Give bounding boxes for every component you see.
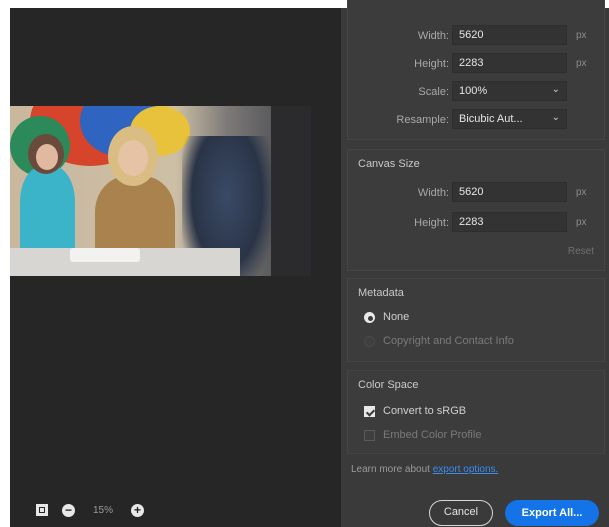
image-size-section: Width: 5620 px Height: 2283 px Scale: 10…: [347, 0, 605, 140]
resample-value: Bicubic Aut...: [459, 113, 523, 125]
image-height-label: Height:: [414, 58, 449, 70]
convert-srgb-label: Convert to sRGB: [383, 405, 467, 417]
radio-selected-icon[interactable]: [364, 311, 375, 323]
zoom-level: 15%: [93, 504, 114, 516]
fit-to-screen-icon[interactable]: [36, 504, 48, 516]
chevron-down-icon: ⌄: [551, 84, 560, 95]
scale-value: 100%: [459, 85, 488, 97]
image-width-input[interactable]: 5620: [452, 25, 567, 45]
settings-panel: Width: 5620 px Height: 2283 px Scale: 10…: [341, 0, 609, 527]
radio-unselected-icon[interactable]: [364, 335, 375, 347]
resample-row: Resample: Bicubic Aut... ⌄: [348, 109, 604, 131]
canvas-width-unit: px: [576, 187, 587, 198]
checkbox-unchecked-icon[interactable]: [364, 429, 375, 441]
cancel-button[interactable]: Cancel: [429, 500, 493, 526]
zoom-in-icon[interactable]: +: [131, 503, 145, 517]
canvas-size-section: Canvas Size Width: 5620 px Height: 2283 …: [347, 149, 605, 271]
scale-label: Scale:: [418, 86, 449, 98]
convert-srgb-option[interactable]: Convert to sRGB: [364, 403, 466, 419]
color-space-title: Color Space: [358, 379, 419, 391]
image-height-unit: px: [576, 58, 587, 69]
canvas-height-unit: px: [576, 217, 587, 228]
metadata-option-label: None: [383, 311, 410, 323]
canvas-width-input[interactable]: 5620: [452, 182, 567, 202]
image-width-label: Width:: [417, 30, 449, 42]
canvas-width-label: Width:: [417, 187, 449, 199]
zoom-toolbar: − 15% +: [20, 493, 341, 527]
preview-area: − 15% +: [10, 8, 341, 527]
canvas-height-label: Height:: [414, 217, 449, 229]
canvas-height-row: Height: 2283 px: [348, 212, 604, 234]
metadata-section: Metadata None Copyright and Contact Info: [347, 278, 605, 362]
embed-profile-option[interactable]: Embed Color Profile: [364, 427, 481, 443]
export-options-link[interactable]: export options.: [433, 464, 499, 475]
metadata-option-none[interactable]: None: [364, 309, 409, 325]
image-width-row: Width: 5620 px: [348, 25, 604, 47]
image-height-input[interactable]: 2283: [452, 53, 567, 73]
reset-button[interactable]: Reset: [568, 246, 594, 257]
metadata-title: Metadata: [358, 287, 404, 299]
resample-label: Resample:: [396, 114, 449, 126]
image-height-row: Height: 2283 px: [348, 53, 604, 75]
learn-more-text: Learn more about export options.: [351, 464, 498, 475]
zoom-out-icon[interactable]: −: [62, 503, 75, 517]
image-width-unit: px: [576, 30, 587, 41]
canvas-width-row: Width: 5620 px: [348, 182, 604, 204]
scale-select[interactable]: 100% ⌄: [452, 81, 567, 101]
metadata-option-copyright[interactable]: Copyright and Contact Info: [364, 333, 514, 349]
resample-select[interactable]: Bicubic Aut... ⌄: [452, 109, 567, 129]
canvas-size-title: Canvas Size: [358, 158, 420, 170]
color-space-section: Color Space Convert to sRGB Embed Color …: [347, 370, 605, 454]
embed-profile-label: Embed Color Profile: [383, 429, 482, 441]
checkbox-checked-icon[interactable]: [364, 405, 375, 417]
metadata-option-label: Copyright and Contact Info: [383, 335, 514, 347]
preview-image: [10, 106, 311, 276]
scale-row: Scale: 100% ⌄: [348, 81, 604, 103]
learn-more-prefix: Learn more about: [351, 464, 430, 475]
export-all-button[interactable]: Export All...: [505, 500, 599, 526]
canvas-height-input[interactable]: 2283: [452, 212, 567, 232]
chevron-down-icon: ⌄: [551, 112, 560, 123]
